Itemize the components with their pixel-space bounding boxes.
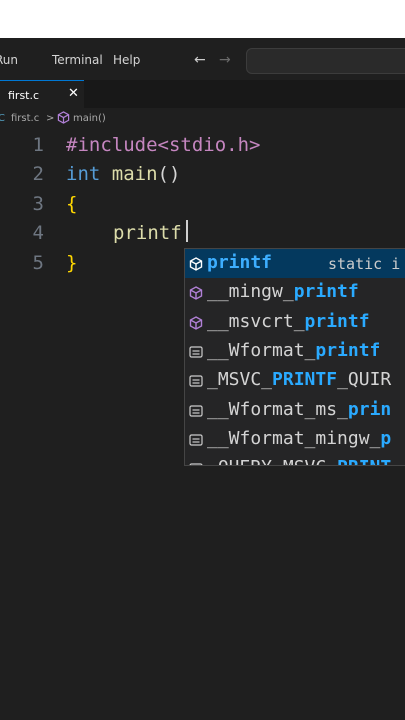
- tab-first-c[interactable]: first.c ✕: [0, 80, 84, 108]
- line-number: 5: [32, 252, 44, 274]
- cube-icon: [57, 111, 70, 124]
- breadcrumb-separator: >: [46, 113, 55, 124]
- autocomplete-suggestions: printf static i __mingw_printf __msvcrt_pri…: [184, 248, 405, 466]
- cube-icon: [189, 256, 203, 271]
- macro-icon: [189, 344, 203, 358]
- macro-icon: [189, 461, 203, 465]
- menu-run[interactable]: Run: [0, 53, 18, 67]
- breadcrumb-file[interactable]: first.c: [11, 113, 39, 124]
- suggestion-label: _MSVC_PRINTF_QUIR: [207, 369, 392, 391]
- open-brace: {: [66, 193, 78, 215]
- suggestion-item[interactable]: __Wformat_printf: [185, 337, 405, 366]
- suggestion-item[interactable]: __Wformat_ms_prin: [185, 396, 405, 425]
- menu-help[interactable]: Help: [113, 53, 140, 67]
- suggestion-label: __Wformat_mingw_p: [207, 427, 392, 449]
- text-cursor: [186, 220, 188, 242]
- close-icon[interactable]: ✕: [68, 86, 79, 101]
- menu-bar: Run Terminal Help ← →: [0, 38, 405, 80]
- code-line-1: #include<stdio.h>: [66, 134, 260, 156]
- line-number: 4: [32, 222, 44, 244]
- command-center-search[interactable]: [246, 48, 405, 74]
- menu-terminal[interactable]: Terminal: [52, 53, 103, 67]
- suggestion-label: __msvcrt_printf: [207, 310, 370, 332]
- back-arrow-icon[interactable]: ←: [194, 52, 206, 68]
- suggestion-item[interactable]: __Wformat_mingw_p: [185, 425, 405, 454]
- macro-icon: [189, 403, 203, 417]
- suggestion-item[interactable]: __mingw_printf: [185, 278, 405, 307]
- typed-text: printf: [113, 222, 182, 244]
- breadcrumb: C first.c > main(): [0, 108, 405, 130]
- cube-icon: [189, 315, 203, 330]
- suggestion-label: __mingw_printf: [207, 281, 359, 303]
- suggestion-detail: static i: [328, 255, 401, 273]
- breadcrumb-symbol[interactable]: main(): [73, 113, 106, 124]
- include-header: <stdio.h>: [157, 134, 261, 156]
- top-white-bar: [0, 0, 405, 38]
- forward-arrow-icon[interactable]: →: [219, 52, 231, 68]
- suggestion-label: printf: [207, 252, 273, 273]
- function-name: main: [111, 163, 158, 185]
- suggestion-label: _QUERY_MSVC_PRINT: [207, 457, 391, 465]
- suggestion-item[interactable]: __msvcrt_printf: [185, 308, 405, 337]
- line-number: 2: [32, 163, 44, 185]
- editor-tab-bar: first.c ✕: [0, 80, 405, 108]
- suggestion-item[interactable]: _MSVC_PRINTF_QUIR: [185, 366, 405, 395]
- suggestion-label: __Wformat_printf: [207, 339, 381, 361]
- close-brace: }: [66, 252, 78, 274]
- suggestion-item[interactable]: printf static i: [185, 249, 405, 278]
- line-number: 1: [32, 134, 44, 156]
- code-line-2: int main(): [66, 163, 180, 185]
- preprocessor-directive: #include: [66, 134, 158, 156]
- type-keyword: int: [66, 163, 101, 185]
- c-file-icon: C: [0, 113, 5, 124]
- parentheses: (): [157, 163, 181, 185]
- macro-icon: [189, 373, 203, 387]
- tab-label: first.c: [8, 89, 40, 102]
- suggestion-item[interactable]: _QUERY_MSVC_PRINT: [185, 454, 405, 465]
- line-number: 3: [32, 193, 44, 215]
- suggestion-label: __Wformat_ms_prin: [207, 398, 392, 420]
- macro-icon: [189, 432, 203, 446]
- cube-icon: [189, 285, 203, 301]
